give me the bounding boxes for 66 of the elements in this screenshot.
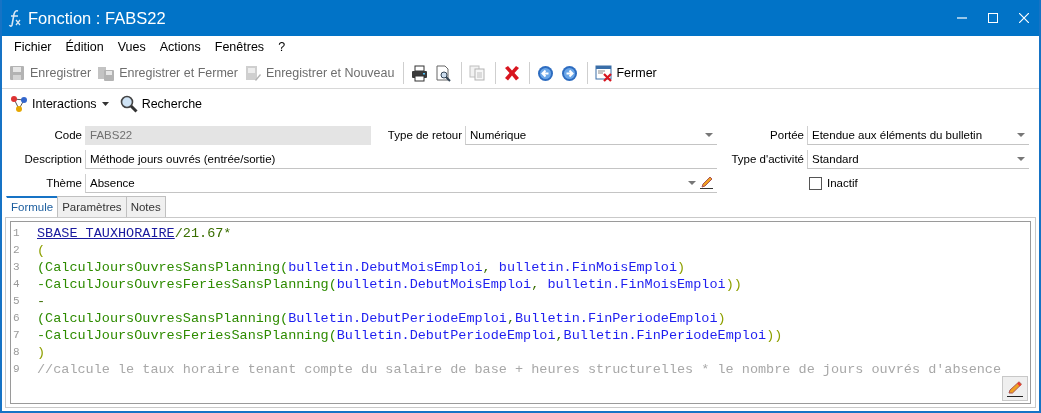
field-label: Description [23, 153, 82, 165]
dropdown-arrow-icon [1017, 156, 1025, 161]
code-line: ) [37, 344, 46, 361]
dropdown-arrow-icon [1017, 132, 1025, 137]
dropdown-button[interactable]: Interactions [8, 93, 111, 115]
window-close-icon [595, 64, 613, 82]
checkbox[interactable] [809, 176, 822, 190]
menu-item[interactable]: Fenêtres [207, 38, 272, 56]
edit-button[interactable] [1002, 376, 1028, 401]
minimize-icon [956, 17, 967, 19]
line-number: 5 [12, 294, 21, 309]
search-icon [119, 95, 138, 113]
close-icon [1018, 13, 1029, 23]
code-line: ( [37, 242, 46, 259]
maximize-icon [987, 13, 998, 23]
forward-icon [561, 64, 579, 82]
code-line: - [37, 293, 46, 310]
code-line: -CalculJoursOuvresFeriesSansPlanning(Bulletin.DebutPeriodeEmploi,Bulletin.FinPeriodeEmploi)) [37, 327, 783, 344]
menu-item[interactable]: Actions [152, 38, 208, 56]
field-label: Thème [45, 177, 82, 189]
field-label: Type de retour [386, 129, 462, 141]
dropdown-field[interactable]: Absence [85, 173, 717, 193]
dropdown-field[interactable]: Etendue aux éléments du bulletin [807, 125, 1029, 145]
line-number: 9 [12, 362, 21, 377]
line-number: 1 [12, 226, 21, 241]
code-line: (CalculJoursOuvresSansPlanning(bulletin.DebutMoisEmploi, bulletin.FinMoisEmploi) [37, 259, 686, 276]
code-line: -CalculJoursOuvresFeriesSansPlanning(bulletin.DebutMoisEmploi, bulletin.FinMoisEmploi)) [37, 276, 742, 293]
pencil-icon [700, 176, 713, 189]
toolbar-button[interactable]: Fermer [593, 62, 659, 84]
printer-icon [411, 64, 429, 82]
code-line: (CalculJoursOuvresSansPlanning(Bulletin.DebutPeriodeEmploi,Bulletin.FinPeriodeEmploi) [37, 310, 726, 327]
back-icon [537, 64, 555, 82]
line-number: 2 [12, 243, 21, 258]
menu-item[interactable]: Vues [110, 38, 153, 56]
function-icon [8, 9, 22, 27]
line-number: 8 [12, 345, 21, 360]
input-field[interactable]: Méthode jours ouvrés (entrée/sortie) [85, 149, 717, 169]
dropdown-field[interactable]: Standard [807, 149, 1029, 169]
line-number: 4 [12, 277, 21, 292]
menu-item[interactable]: Édition [58, 38, 111, 56]
checkbox-label: Inactif [827, 177, 858, 189]
code-line: SBASE_TAUXHORAIRE/21.67* [37, 225, 232, 242]
save-icon [9, 64, 26, 82]
code-line: //calcule le taux horaire tenant compte du salaire de base + heures structurelles * le nombre de jours ouvrés d'absence [37, 361, 1002, 378]
window-title: Fonction : FABS22 [28, 8, 166, 28]
copy-icon [469, 64, 487, 82]
line-number: 3 [12, 260, 21, 275]
field-label: Code [53, 129, 82, 141]
menu-item[interactable]: ? [271, 38, 293, 56]
dropdown-field[interactable]: Numérique [465, 125, 717, 145]
dropdown-arrow-icon [688, 180, 696, 185]
menu-item[interactable]: Fichier [7, 38, 59, 56]
document-magnifier-icon [435, 64, 453, 82]
toolbar-button[interactable]: Recherche [117, 93, 205, 115]
tab[interactable]: Paramètres [57, 196, 127, 217]
network-icon [10, 95, 28, 113]
pencil-icon [1007, 380, 1023, 397]
line-number: 7 [12, 328, 21, 343]
dropdown-arrow-icon [705, 132, 713, 137]
tab[interactable]: Notes [125, 196, 166, 217]
line-number: 6 [12, 311, 21, 326]
field-label: Portée [769, 129, 804, 141]
save-icon [244, 64, 262, 82]
delete-icon [503, 64, 521, 82]
field-label: Type d'activité [730, 153, 804, 165]
save-icon [98, 64, 116, 82]
